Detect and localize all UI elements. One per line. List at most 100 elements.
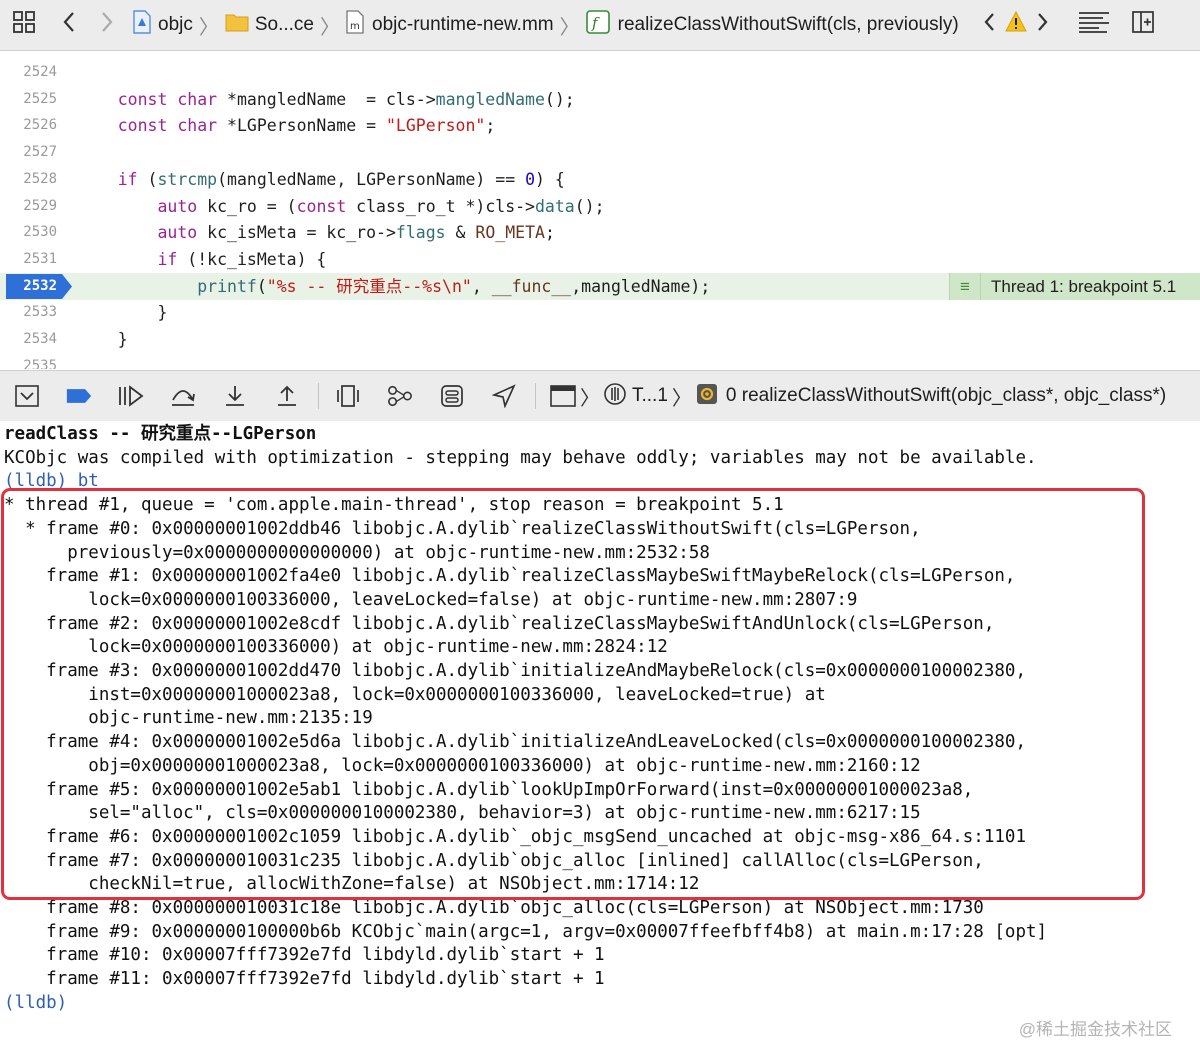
console-line: KCObjc was compiled with optimization - … [4, 447, 1037, 468]
line-number[interactable]: 2524 [0, 59, 57, 86]
console-line: frame #5: 0x00000001002e5ab1 libobjc.A.d… [4, 779, 974, 800]
console-line: lock=0x0000000100336000, leaveLocked=fal… [4, 589, 858, 610]
add-editor-icon[interactable] [1131, 10, 1155, 40]
breadcrumb: objc 〉 So...ce 〉 m objc-runtime-new.mm 〉… [132, 10, 959, 40]
process-window-icon[interactable] [550, 383, 576, 409]
issue-forward-chevron-icon[interactable] [1037, 10, 1049, 40]
console-line: frame #1: 0x00000001002fa4e0 libobjc.A.d… [4, 566, 1016, 587]
step-over-icon[interactable] [170, 383, 196, 409]
thread-stop-annotation[interactable]: ≡ Thread 1: breakpoint 5.1 [949, 272, 1200, 300]
forward-chevron-icon[interactable] [100, 10, 114, 40]
simulate-location-icon[interactable] [491, 383, 517, 409]
console-line: lock=0x0000000100336000) at objc-runtime… [4, 637, 668, 658]
stack-frame-icon [696, 383, 718, 410]
code-line: 2527 [0, 139, 1200, 166]
breadcrumb-item[interactable]: objc-runtime-new.mm [372, 14, 554, 36]
line-number[interactable]: 2531 [0, 246, 57, 273]
breakpoints-toggle-icon[interactable] [66, 383, 92, 409]
memory-graph-icon[interactable] [387, 383, 413, 409]
code-line: 2530 auto kc_isMeta = kc_ro->flags & RO_… [0, 219, 1200, 246]
function-icon: f [585, 10, 610, 40]
code-line: 2531 if (!kc_isMeta) { [0, 246, 1200, 273]
breadcrumb-item[interactable]: So...ce [255, 14, 314, 36]
minimap-lines-icon[interactable] [1077, 10, 1111, 40]
console-line: frame #3: 0x00000001002dd470 libobjc.A.d… [4, 661, 1026, 681]
line-number[interactable]: 2525 [0, 86, 57, 113]
console-line: frame #10: 0x00007fff7392e7fd libdyld.dy… [4, 945, 605, 966]
chevron-right-icon: 〉 [559, 16, 580, 39]
debug-console[interactable]: readClass -- 研究重点--LGPerson KCObjc was co… [0, 421, 1200, 1063]
console-line: frame #6: 0x00000001002c1059 libobjc.A.d… [4, 826, 1026, 847]
line-number[interactable]: 2526 [0, 112, 57, 139]
code-text: if (!kc_isMeta) { [157, 249, 327, 269]
console-line: frame #11: 0x00007fff7392e7fd libdyld.dy… [4, 969, 605, 990]
project-file-icon [132, 10, 152, 40]
code-text: } [78, 303, 168, 323]
jump-bar: objc 〉 So...ce 〉 m objc-runtime-new.mm 〉… [0, 0, 1200, 51]
code-line: 2528 if (strcmp(mangledName, LGPersonNam… [0, 166, 1200, 193]
console-line: inst=0x00000001000023a8, lock=0x00000001… [4, 684, 826, 705]
line-number[interactable]: 2528 [0, 166, 57, 193]
code-line: 2535 [0, 353, 1200, 369]
code-text: } [78, 330, 128, 349]
code-text: auto kc_ro = (const class_ro_t *)cls->da… [157, 196, 605, 216]
warning-icon[interactable] [1004, 10, 1027, 39]
environment-overrides-icon[interactable] [439, 383, 465, 409]
code-text: if (strcmp(mangledName, LGPersonName) ==… [117, 169, 565, 189]
issue-back-chevron-icon[interactable] [983, 10, 995, 40]
source-file-icon: m [346, 10, 364, 40]
thread-icon [604, 382, 626, 411]
console-line: readClass -- 研究重点--LGPerson [4, 424, 317, 444]
thread-stop-label: Thread 1: breakpoint 5.1 [991, 276, 1177, 296]
hide-debug-area-icon[interactable] [14, 383, 40, 409]
code-line: 2525 const char *mangledName = cls->mang… [0, 86, 1200, 113]
step-into-icon[interactable] [222, 383, 248, 409]
step-out-icon[interactable] [274, 383, 300, 409]
thread-selector[interactable]: T...1 [632, 385, 668, 407]
console-line: frame #7: 0x000000010031c235 libobjc.A.d… [4, 850, 984, 871]
code-text: auto kc_isMeta = kc_ro->flags & RO_META; [157, 223, 555, 243]
line-number[interactable]: 2532 [0, 273, 57, 300]
back-chevron-icon[interactable] [62, 10, 76, 40]
source-editor[interactable]: class metaclass 2523 25242525 const char… [0, 51, 1200, 369]
breadcrumb-item[interactable]: objc [158, 14, 193, 36]
line-number[interactable]: 2534 [0, 326, 57, 353]
svg-text:m: m [350, 21, 360, 32]
console-line: sel="alloc", cls=0x0000000100002380, beh… [4, 803, 921, 824]
code-line: 2524 [0, 59, 1200, 86]
toolbar-divider [318, 383, 319, 409]
console-line: frame #4: 0x00000001002e5d6a libobjc.A.d… [4, 732, 1026, 753]
current-code-line: ≡ Thread 1: breakpoint 5.1 2532 printf("%s… [0, 272, 1200, 300]
chevron-right-icon: 〉 [580, 387, 600, 410]
code-text: const char *mangledName = cls->mangledNa… [117, 89, 575, 109]
console-line: frame #8: 0x000000010031c18e libobjc.A.d… [4, 898, 984, 918]
code-text: printf("%s -- 研究重点--%s\n", __func__,mang… [197, 276, 711, 296]
line-number[interactable]: 2527 [0, 139, 57, 166]
grid-icon[interactable] [12, 10, 36, 40]
code-line: 2533 } [0, 299, 1200, 326]
line-number[interactable]: 2535 [0, 353, 57, 369]
clipped-code-line: class metaclass [118, 51, 267, 54]
console-line: objc-runtime-new.mm:2135:19 [4, 708, 373, 729]
console-line: previously=0x0000000000000000) at objc-r… [4, 542, 710, 563]
code-line: 2529 auto kc_ro = (const class_ro_t *)cl… [0, 193, 1200, 220]
line-number[interactable]: 2533 [0, 299, 57, 326]
code-line: 2534 } [0, 326, 1200, 353]
console-line: frame #2: 0x00000001002e8cdf libobjc.A.d… [4, 613, 995, 634]
console-line: frame #9: 0x0000000100000b6b KCObjc`main… [4, 921, 1048, 942]
code-line: 2526 const char *LGPersonName = "LGPerso… [0, 112, 1200, 139]
continue-icon[interactable] [118, 383, 144, 409]
line-number[interactable]: 2530 [0, 219, 57, 246]
chevron-right-icon: 〉 [320, 16, 341, 39]
console-line: * frame #0: 0x00000001002ddb46 libobjc.A… [4, 518, 921, 539]
breadcrumb-item[interactable]: realizeClassWithoutSwift(cls, previously… [618, 14, 959, 36]
view-hierarchy-icon[interactable] [335, 383, 361, 409]
folder-icon [225, 12, 249, 38]
console-line: checkNil=true, allocWithZone=false) at N… [4, 874, 700, 895]
lldb-prompt-line: (lldb) [4, 992, 68, 1013]
chevron-right-icon: 〉 [198, 16, 219, 39]
code-text: const char *LGPersonName = "LGPerson"; [117, 116, 496, 136]
console-line: * thread #1, queue = 'com.apple.main-thr… [4, 495, 784, 516]
stack-frame-selector[interactable]: 0 realizeClassWithoutSwift(objc_class*, … [726, 385, 1166, 407]
line-number[interactable]: 2529 [0, 193, 57, 220]
